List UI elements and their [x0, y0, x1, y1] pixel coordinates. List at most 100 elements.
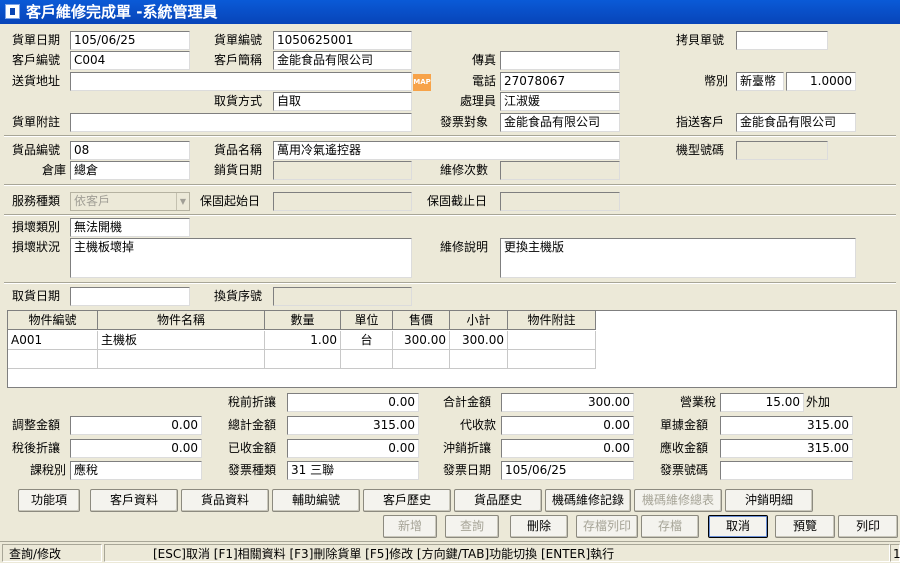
tax-type-label: 課稅別 — [29, 463, 66, 477]
chevron-down-icon[interactable]: ▼ — [176, 193, 189, 210]
phone-field[interactable]: 27078067 — [500, 72, 620, 91]
address-field[interactable] — [70, 72, 412, 91]
offset-discount-field[interactable]: 0.00 — [501, 439, 634, 458]
table-cell[interactable]: 300.00 — [393, 331, 450, 350]
order-date-field[interactable]: 105/06/25 — [70, 31, 190, 50]
collected-field[interactable]: 0.00 — [501, 416, 634, 435]
adjust-amount-field[interactable]: 0.00 — [70, 416, 202, 435]
table-cell[interactable] — [393, 350, 450, 369]
column-header[interactable]: 售價 — [393, 311, 450, 330]
pickup-date-field[interactable] — [70, 287, 190, 306]
pre-tax-discount-field[interactable]: 0.00 — [287, 393, 419, 412]
pickup-field[interactable]: 自取 — [273, 92, 412, 111]
table-cell[interactable] — [265, 350, 341, 369]
preview-button[interactable]: 預覽 — [775, 515, 835, 538]
exchange-rate-field[interactable]: 1.0000 — [786, 72, 856, 91]
column-header[interactable]: 小計 — [450, 311, 508, 330]
repair-desc-label: 維修說明 — [440, 240, 489, 254]
function-menu-button[interactable]: 功能項 — [18, 489, 80, 512]
item-data-button[interactable]: 貨品資料 — [181, 489, 269, 512]
cust-id-field[interactable]: C004 — [70, 51, 190, 70]
item-grid[interactable]: 物件編號 物件名稱 數量 單位 售價 小計 物件附註 A001 主機板 1.00… — [7, 310, 897, 388]
table-cell[interactable] — [508, 331, 596, 350]
warranty-end-field[interactable] — [500, 192, 620, 211]
table-cell[interactable]: 300.00 — [450, 331, 508, 350]
item-history-button[interactable]: 貨品歷史 — [454, 489, 542, 512]
received-field[interactable]: 0.00 — [287, 439, 419, 458]
business-tax-field[interactable]: 15.00 — [720, 393, 804, 412]
item-no-field[interactable]: 08 — [70, 141, 190, 160]
table-cell[interactable] — [98, 350, 265, 369]
table-cell[interactable] — [341, 350, 393, 369]
save-print-button[interactable]: 存檔列印 — [576, 515, 638, 538]
receivable-field[interactable]: 315.00 — [720, 439, 853, 458]
map-icon[interactable]: MAP — [413, 74, 431, 91]
order-date-label: 貨單日期 — [12, 33, 61, 47]
serial-repair-summary-button[interactable]: 機碼維修總表 — [634, 489, 722, 512]
currency-field[interactable]: 新臺幣 — [736, 72, 784, 91]
grand-total-field[interactable]: 315.00 — [287, 416, 419, 435]
model-no-field[interactable] — [736, 141, 828, 160]
repair-count-label: 維修次數 — [440, 163, 489, 177]
cancel-button[interactable]: 取消 — [708, 515, 768, 538]
adjust-amount-label: 調整金額 — [12, 418, 61, 432]
copy-no-field[interactable] — [736, 31, 828, 50]
separator — [4, 135, 896, 137]
table-cell[interactable] — [8, 350, 98, 369]
handler-field[interactable]: 江淑媛 — [500, 92, 620, 111]
total-amount-field[interactable]: 300.00 — [501, 393, 634, 412]
warehouse-field[interactable]: 總倉 — [70, 161, 190, 180]
tax-type-field[interactable]: 應稅 — [70, 461, 202, 480]
column-header[interactable]: 單位 — [341, 311, 393, 330]
remark-label: 貨單附註 — [12, 115, 61, 129]
table-cell[interactable] — [450, 350, 508, 369]
repair-desc-field[interactable]: 更換主機版 — [500, 238, 856, 278]
sale-date-field[interactable] — [273, 161, 412, 180]
invoice-no-field[interactable] — [720, 461, 853, 480]
aux-number-button[interactable]: 輔助編號 — [272, 489, 360, 512]
delete-button[interactable]: 刪除 — [510, 515, 568, 538]
cust-name-field[interactable]: 金能食品有限公司 — [273, 51, 412, 70]
invoice-to-field[interactable]: 金能食品有限公司 — [500, 113, 620, 132]
table-cell[interactable]: A001 — [8, 331, 98, 350]
remark-field[interactable] — [70, 113, 412, 132]
query-button[interactable]: 查詢 — [445, 515, 499, 538]
table-cell[interactable]: 主機板 — [98, 331, 265, 350]
fax-label: 傳真 — [471, 53, 496, 67]
add-button[interactable]: 新增 — [383, 515, 437, 538]
customer-data-button[interactable]: 客戶資料 — [90, 489, 178, 512]
fax-field[interactable] — [500, 51, 620, 70]
separator — [4, 282, 896, 284]
column-header[interactable]: 物件編號 — [8, 311, 98, 330]
invoice-type-field[interactable]: 31 三聯 — [287, 461, 419, 480]
pickup-label: 取貨方式 — [214, 94, 263, 108]
item-name-field[interactable]: 萬用冷氣遙控器 — [273, 141, 620, 160]
damage-type-field[interactable]: 無法開機 — [70, 218, 190, 237]
invoice-date-field[interactable]: 105/06/25 — [501, 461, 634, 480]
table-cell[interactable]: 台 — [341, 331, 393, 350]
customer-history-button[interactable]: 客戶歷史 — [363, 489, 451, 512]
ship-cust-field[interactable]: 金能食品有限公司 — [736, 113, 856, 132]
table-cell[interactable]: 1.00 — [265, 331, 341, 350]
app-icon[interactable] — [5, 4, 20, 19]
table-cell[interactable] — [508, 350, 596, 369]
separator — [4, 214, 896, 216]
doc-amount-field[interactable]: 315.00 — [720, 416, 853, 435]
save-button[interactable]: 存檔 — [641, 515, 699, 538]
service-type-select[interactable]: 依客戶 ▼ — [70, 192, 190, 211]
column-header[interactable]: 物件名稱 — [98, 311, 265, 330]
warranty-start-field[interactable] — [273, 192, 412, 211]
order-no-field[interactable]: 1050625001 — [273, 31, 412, 50]
damage-status-field[interactable]: 主機板壞掉 — [70, 238, 412, 278]
after-tax-discount-field[interactable]: 0.00 — [70, 439, 202, 458]
column-header[interactable]: 數量 — [265, 311, 341, 330]
warehouse-label: 倉庫 — [41, 163, 66, 177]
column-header[interactable]: 物件附註 — [508, 311, 596, 330]
collected-label: 代收款 — [459, 418, 496, 432]
swap-serial-field[interactable] — [273, 287, 412, 306]
repair-count-field[interactable] — [500, 161, 620, 180]
invoice-no-label: 發票號碼 — [660, 463, 709, 477]
print-button[interactable]: 列印 — [838, 515, 898, 538]
serial-repair-record-button[interactable]: 機碼維修記錄 — [545, 489, 631, 512]
offset-detail-button[interactable]: 沖銷明細 — [725, 489, 813, 512]
